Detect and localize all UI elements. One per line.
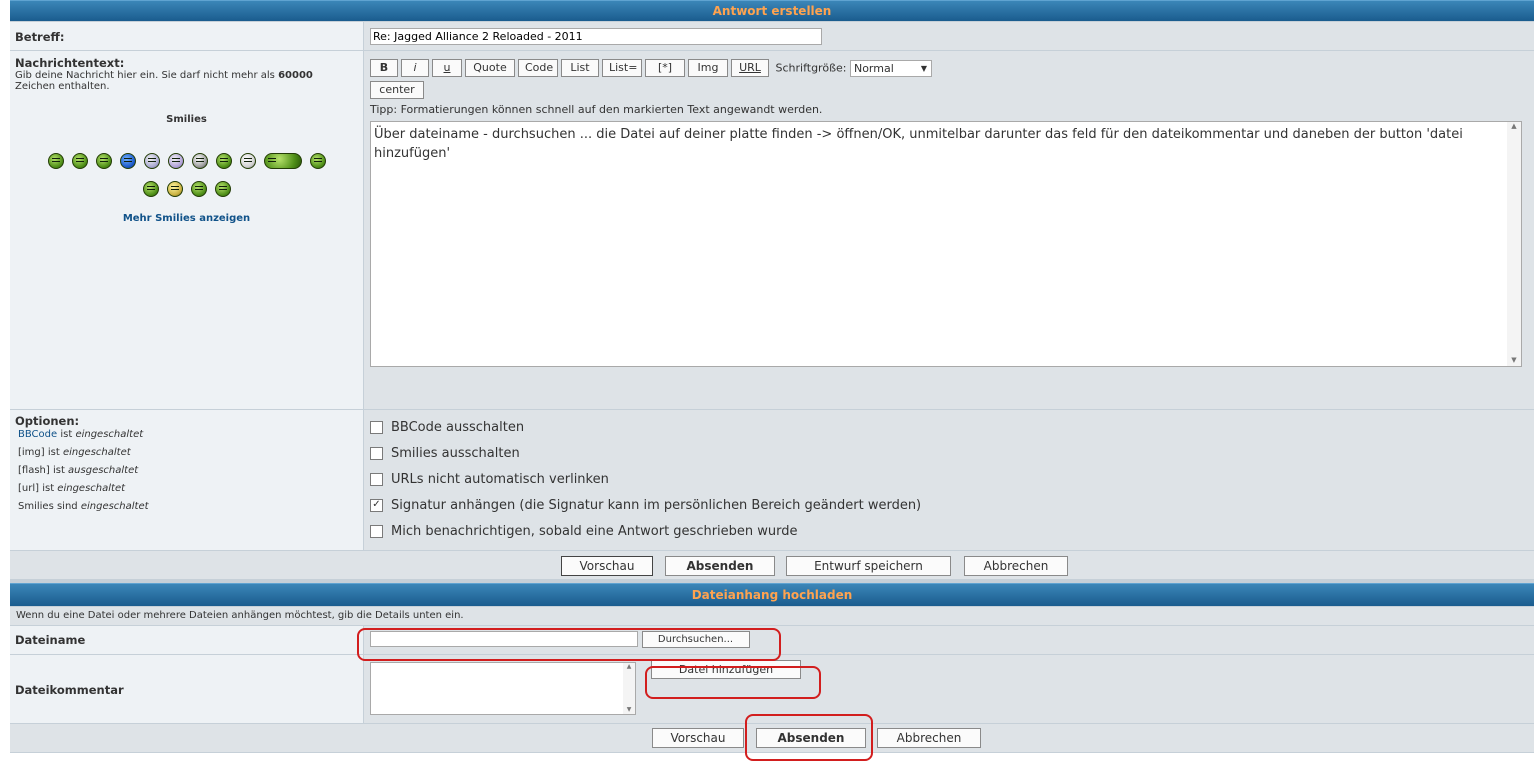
bbcode-checkbox[interactable] (370, 421, 383, 434)
options-row: Optionen: BBCode ist eingeschaltet [img]… (10, 409, 1534, 550)
upload-cancel-button[interactable]: Abbrechen (877, 728, 981, 748)
comment-scrollbar[interactable]: ▲ ▼ (623, 663, 635, 714)
sad-icon[interactable] (119, 153, 136, 169)
format-toolbar: Bi u Quote Code List List= [*] Img URL Schriftgr… (370, 59, 1528, 77)
options-status: BBCode ist eingeschaltet [img] ist einge… (15, 426, 358, 516)
posting-form: Antwort erstellen Betreff: Nachrichtente… (10, 0, 1534, 753)
format-tip: Tipp: Formatierungen können schnell auf … (370, 103, 823, 116)
add-file-button[interactable]: Datei hinzufügen (651, 660, 801, 679)
option-notify[interactable]: Mich benachrichtigen, sobald eine Antwor… (364, 519, 1528, 545)
comment-row: Dateikommentar ▲ ▼ Datei hinzufügen (10, 654, 1534, 723)
url-button[interactable]: URL (731, 59, 769, 77)
chevron-down-icon: ▼ (920, 63, 927, 73)
tongue-icon[interactable] (190, 181, 207, 197)
save-draft-button[interactable]: Entwurf speichern (786, 556, 951, 576)
smilies-status: Smilies sind eingeschaltet (18, 501, 149, 512)
scroll-down-icon[interactable]: ▼ (1507, 356, 1521, 364)
textarea-scrollbar[interactable]: ▲ ▼ (1507, 122, 1521, 366)
underline-button[interactable]: u (432, 59, 462, 77)
upload-actions: Vorschau Absenden Abbrechen (10, 723, 1534, 753)
submit-button[interactable]: Absenden (665, 556, 775, 576)
filename-row: Dateiname Durchsuchen... (10, 625, 1534, 654)
comment-label: Dateikommentar (15, 683, 124, 697)
comment-textarea[interactable]: ▲ ▼ (370, 662, 636, 715)
bbcode-status: BBCode ist eingeschaltet (18, 429, 144, 440)
upload-submit-button[interactable]: Absenden (756, 728, 866, 748)
preview-button[interactable]: Vorschau (561, 556, 653, 576)
smile-icon[interactable] (47, 153, 64, 169)
url-status: [url] ist eingeschaltet (18, 483, 126, 494)
checkmark-icon: ✓ (372, 499, 381, 510)
notify-checkbox[interactable] (370, 525, 383, 538)
code-button[interactable]: Code (518, 59, 558, 77)
option-attach-signature[interactable]: ✓ Signatur anhängen (die Signatur kann im… (364, 493, 1528, 519)
option-no-autolink[interactable]: URLs nicht automatisch verlinken (364, 467, 1528, 493)
cool-icon[interactable] (166, 181, 183, 197)
wink-icon[interactable] (71, 153, 88, 169)
message-label: Nachrichtentext: (15, 56, 125, 70)
option-disable-smilies[interactable]: Smilies ausschalten (364, 441, 1528, 467)
smile-plain-icon[interactable] (215, 153, 232, 169)
reply-header: Antwort erstellen (10, 0, 1534, 21)
autolink-checkbox[interactable] (370, 473, 383, 486)
option-disable-bbcode[interactable]: BBCode ausschalten (364, 415, 1528, 441)
center-button[interactable]: center (370, 81, 424, 99)
scroll-up-icon[interactable]: ▲ (1507, 122, 1521, 130)
italic-button[interactable]: i (401, 59, 429, 77)
thumbsup-icon[interactable] (239, 153, 256, 169)
upload-header: Dateianhang hochladen (10, 583, 1534, 606)
message-hint: Gib deine Nachricht hier ein. Sie darf n… (15, 70, 313, 92)
shocked-icon[interactable] (143, 153, 160, 169)
font-size-label: Schriftgröße: (775, 61, 847, 75)
filename-input[interactable] (370, 631, 638, 647)
fight-icon[interactable] (263, 153, 302, 169)
list-button[interactable]: List (561, 59, 599, 77)
smilies-title: Smilies (166, 114, 207, 125)
laugh-icon[interactable] (309, 153, 326, 169)
font-size-select[interactable]: Normal ▼ (849, 59, 932, 77)
angry-icon[interactable] (142, 181, 159, 197)
img-status: [img] ist eingeschaltet (18, 447, 131, 458)
list-ordered-button[interactable]: List= (602, 59, 642, 77)
upload-hint: Wenn du eine Datei oder mehrere Dateien … (10, 606, 1534, 625)
flash-status: [flash] ist ausgeschaltet (18, 465, 139, 476)
confused-icon[interactable] (167, 153, 184, 169)
scroll-up-icon[interactable]: ▲ (623, 663, 635, 670)
message-row: Nachrichtentext: Gib deine Nachricht hie… (10, 50, 1534, 409)
grin-icon[interactable] (95, 153, 112, 169)
img-button[interactable]: Img (688, 59, 728, 77)
message-textarea[interactable]: Über dateiname - durchsuchen ... die Dat… (370, 121, 1522, 367)
browse-button[interactable]: Durchsuchen... (641, 631, 750, 648)
skull-icon[interactable] (191, 153, 208, 169)
more-smilies-link[interactable]: Mehr Smilies anzeigen (123, 213, 250, 224)
subject-input[interactable] (370, 28, 822, 45)
razz-icon[interactable] (214, 181, 231, 197)
upload-preview-button[interactable]: Vorschau (652, 728, 744, 748)
reply-actions: Vorschau Absenden Entwurf speichern Abbr… (10, 550, 1534, 579)
quote-button[interactable]: Quote (465, 59, 515, 77)
list-item-button[interactable]: [*] (645, 59, 685, 77)
filename-label: Dateiname (15, 633, 86, 647)
smilies-checkbox[interactable] (370, 447, 383, 460)
cancel-button[interactable]: Abbrechen (964, 556, 1068, 576)
bbcode-link[interactable]: BBCode (18, 429, 57, 440)
signature-checkbox[interactable]: ✓ (370, 499, 383, 512)
bold-button[interactable]: B (370, 59, 398, 77)
smilies-panel (15, 147, 358, 203)
subject-label: Betreff: (15, 30, 65, 44)
subject-row: Betreff: (10, 21, 1534, 50)
scroll-down-icon[interactable]: ▼ (623, 706, 635, 713)
